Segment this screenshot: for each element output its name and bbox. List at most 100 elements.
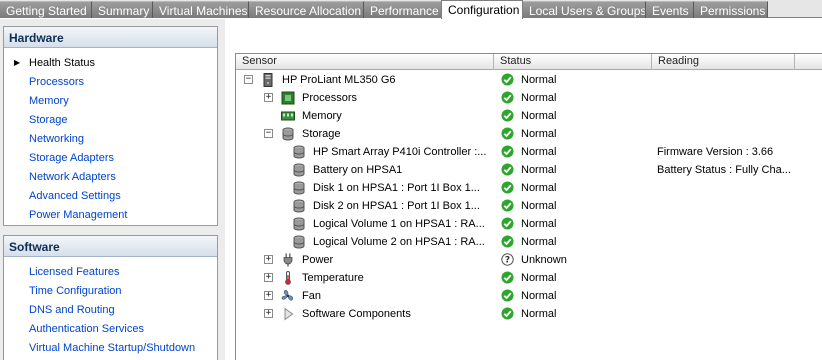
table-row[interactable]: Logical Volume 1 on HPSA1 : RA... Normal (236, 215, 822, 233)
column-header-status[interactable]: Status (494, 54, 652, 70)
expand-toggle[interactable]: + (264, 309, 273, 318)
status-normal-icon (501, 289, 514, 302)
sidebar-item-authentication-services[interactable]: Authentication Services (4, 320, 217, 339)
status-cell: Normal (499, 143, 649, 161)
sidebar-item-memory[interactable]: Memory (4, 92, 217, 111)
sensor-cell: + Temperature (236, 269, 493, 287)
sidebar-item-licensed-features[interactable]: Licensed Features (4, 263, 217, 282)
tab-local-users-groups[interactable]: Local Users & Groups (523, 1, 646, 18)
column-header-sensor[interactable]: Sensor (236, 54, 494, 70)
sidebar-item-power-management[interactable]: Power Management (4, 206, 217, 225)
expand-toggle[interactable]: + (264, 273, 273, 282)
tab-virtual-machines[interactable]: Virtual Machines (153, 1, 249, 18)
collapse-toggle[interactable]: − (244, 75, 253, 84)
status-cell: Normal (499, 179, 649, 197)
status-text: Normal (521, 308, 557, 320)
collapse-toggle[interactable]: − (264, 129, 273, 138)
status-cell: Normal (499, 161, 649, 179)
reading-cell: Battery Status : Fully Cha... (657, 164, 791, 176)
sidebar-item-advanced-settings[interactable]: Advanced Settings (4, 187, 217, 206)
expand-toggle[interactable]: + (264, 291, 273, 300)
disk-icon (293, 199, 305, 213)
reading-cell (657, 251, 822, 269)
expand-toggle[interactable]: + (264, 255, 273, 264)
sensor-cell: − HP ProLiant ML350 G6 (236, 71, 493, 89)
sidebar-item-networking[interactable]: Networking (4, 130, 217, 149)
sidebar-item-time-configuration[interactable]: Time Configuration (4, 282, 217, 301)
tab-events[interactable]: Events (646, 1, 694, 18)
table-row[interactable]: Disk 2 on HPSA1 : Port 1I Box 1... Norma… (236, 197, 822, 215)
reading-cell (657, 89, 822, 107)
status-unknown-icon: ? (501, 253, 514, 266)
tab-configuration[interactable]: Configuration (441, 0, 523, 19)
status-normal-icon (501, 217, 514, 230)
status-cell: Normal (499, 89, 649, 107)
sidebar-item-network-adapters[interactable]: Network Adapters (4, 168, 217, 187)
sidebar-item-dns-and-routing[interactable]: DNS and Routing (4, 301, 217, 320)
sensor-name: Storage (302, 128, 341, 140)
sidebar-item-storage[interactable]: Storage (4, 111, 217, 130)
selected-arrow-icon: ▶ (14, 58, 21, 67)
server-icon (263, 73, 273, 87)
sidebar-item-storage-adapters[interactable]: Storage Adapters (4, 149, 217, 168)
sensor-cell: + Software Components (236, 305, 493, 323)
sensor-cell: Memory (236, 107, 493, 125)
table-row[interactable]: + Temperature Normal (236, 269, 822, 287)
sensor-name: Logical Volume 2 on HPSA1 : RA... (313, 236, 485, 248)
reading-cell (657, 71, 822, 89)
table-row[interactable]: − Storage Normal (236, 125, 822, 143)
table-row[interactable]: Battery on HPSA1 Normal Battery Status :… (236, 161, 822, 179)
sensor-cell: Disk 1 on HPSA1 : Port 1I Box 1... (236, 179, 493, 197)
table-row[interactable]: − HP ProLiant ML350 G6 Normal (236, 71, 822, 89)
sensor-name: Disk 2 on HPSA1 : Port 1I Box 1... (313, 200, 480, 212)
status-normal-icon (501, 163, 514, 176)
tab-resource-allocation[interactable]: Resource Allocation (249, 1, 364, 18)
table-row[interactable]: Disk 1 on HPSA1 : Port 1I Box 1... Norma… (236, 179, 822, 197)
sensor-cell: + Processors (236, 89, 493, 107)
tab-permissions[interactable]: Permissions (694, 1, 768, 18)
disk-icon (293, 217, 305, 231)
tab-performance[interactable]: Performance (364, 1, 442, 18)
sensor-name: HP ProLiant ML350 G6 (282, 74, 396, 86)
tab-summary[interactable]: Summary (92, 1, 153, 18)
status-text: Normal (521, 236, 557, 248)
table-row[interactable]: Memory Normal (236, 107, 822, 125)
table-row[interactable]: + Processors Normal (236, 89, 822, 107)
status-text: Normal (521, 218, 557, 230)
sidebar-item-health-status[interactable]: ▶ Health Status (4, 54, 217, 73)
table-row[interactable]: HP Smart Array P410i Controller :... Nor… (236, 143, 822, 161)
reading-cell (657, 125, 822, 143)
table-row[interactable]: + Fan Normal (236, 287, 822, 305)
sensor-cell: HP Smart Array P410i Controller :... (236, 143, 493, 161)
reading-cell (657, 269, 822, 287)
power-plug-icon (283, 253, 293, 267)
column-header-reading[interactable]: Reading (652, 54, 795, 70)
sensor-name: Battery on HPSA1 (313, 164, 403, 176)
table-row[interactable]: + Power ? Unknown (236, 251, 822, 269)
status-cell: Normal (499, 197, 649, 215)
status-text: Normal (521, 200, 557, 212)
sensor-cell: + Power (236, 251, 493, 269)
status-cell: Normal (499, 71, 649, 89)
status-normal-icon (501, 91, 514, 104)
status-cell: Normal (499, 269, 649, 287)
expand-toggle[interactable]: + (264, 93, 273, 102)
status-normal-icon (501, 145, 514, 158)
sidebar-item-processors[interactable]: Processors (4, 73, 217, 92)
tab-getting-started[interactable]: Getting Started (0, 1, 92, 18)
table-row[interactable]: Logical Volume 2 on HPSA1 : RA... Normal (236, 233, 822, 251)
reading-cell (657, 215, 822, 233)
status-cell: Normal (499, 233, 649, 251)
software-section: Software Licensed Features Time Configur… (3, 235, 218, 360)
status-text: Normal (521, 92, 557, 104)
reading-cell (657, 107, 822, 125)
status-text: Normal (521, 164, 557, 176)
table-row[interactable]: + Software Components Normal (236, 305, 822, 323)
reading-cell (657, 197, 822, 215)
status-normal-icon (501, 109, 514, 122)
status-normal-icon (501, 307, 514, 320)
status-text: Normal (521, 290, 557, 302)
processor-icon (281, 91, 295, 105)
status-cell: Normal (499, 287, 649, 305)
sidebar-item-vm-startup-shutdown[interactable]: Virtual Machine Startup/Shutdown (4, 339, 217, 358)
